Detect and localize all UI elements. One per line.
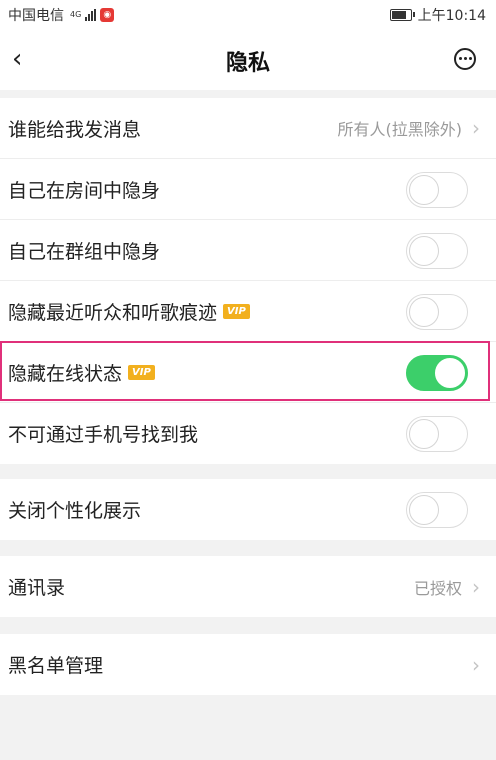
personalization-section: 关闭个性化展示 [0, 479, 496, 540]
signal-icon [85, 9, 97, 21]
row-label-wrap: 隐藏最近听众和听歌痕迹 VIP [0, 298, 250, 325]
notification-icon: ◉ [100, 8, 115, 22]
vip-badge: VIP [128, 364, 155, 380]
clock: 上午10:14 [417, 8, 486, 24]
row-label: 隐藏最近听众和听歌痕迹 [8, 301, 218, 324]
hide-online-status-toggle[interactable] [406, 355, 468, 391]
blacklist-section: 黑名单管理 › [0, 634, 496, 695]
row-label: 自己在房间中隐身 [8, 179, 161, 202]
page-title: 隐私 [225, 51, 270, 76]
row-label: 谁能给我发消息 [8, 118, 142, 141]
status-bar: 中国电信 4G ◉ 上午10:14 [0, 0, 496, 30]
chevron-right-icon: › [472, 574, 480, 599]
hide-listen-trace-toggle[interactable] [406, 294, 468, 330]
privacy-section-main: 谁能给我发消息 所有人(拉黑除外) › 自己在房间中隐身 自己在群组中隐身 隐藏… [0, 98, 496, 464]
chevron-right-icon: › [472, 652, 480, 677]
hide-in-room-row: 自己在房间中隐身 [0, 159, 496, 220]
personalization-row: 关闭个性化展示 [0, 479, 496, 540]
hide-in-group-toggle[interactable] [406, 233, 468, 269]
battery-icon [389, 9, 415, 21]
hide-online-status-row: 隐藏在线状态 VIP [0, 342, 496, 403]
row-label: 自己在群组中隐身 [8, 240, 161, 263]
nav-header: ‹ 隐私 [0, 30, 496, 90]
network-type: 4G [70, 10, 82, 19]
who-can-message-row[interactable]: 谁能给我发消息 所有人(拉黑除外) › [0, 98, 496, 159]
hide-in-group-row: 自己在群组中隐身 [0, 220, 496, 281]
row-value: 所有人(拉黑除外) [337, 120, 463, 139]
row-label: 隐藏在线状态 [8, 362, 123, 385]
chevron-right-icon: › [472, 116, 480, 140]
row-label: 通讯录 [8, 577, 66, 599]
blacklist-row[interactable]: 黑名单管理 › [0, 634, 496, 695]
row-label: 不可通过手机号找到我 [8, 424, 199, 446]
row-label-wrap: 隐藏在线状态 VIP [0, 359, 155, 386]
more-circle-icon[interactable] [454, 48, 476, 70]
row-value: 已授权 [413, 578, 462, 598]
contacts-row[interactable]: 通讯录 已授权 › [0, 556, 496, 617]
contacts-section: 通讯录 已授权 › [0, 556, 496, 617]
hide-listen-trace-row: 隐藏最近听众和听歌痕迹 VIP [0, 281, 496, 342]
hide-in-room-toggle[interactable] [406, 172, 468, 208]
status-right: 上午10:14 [389, 5, 486, 25]
personalization-toggle[interactable] [406, 492, 468, 528]
status-left: 中国电信 4G ◉ [8, 5, 115, 25]
carrier-label: 中国电信 [8, 8, 64, 24]
vip-badge: VIP [223, 303, 250, 319]
phone-search-toggle[interactable] [406, 416, 468, 452]
phone-search-row: 不可通过手机号找到我 [0, 403, 496, 464]
row-label: 黑名单管理 [8, 655, 104, 677]
row-label: 关闭个性化展示 [8, 500, 142, 522]
